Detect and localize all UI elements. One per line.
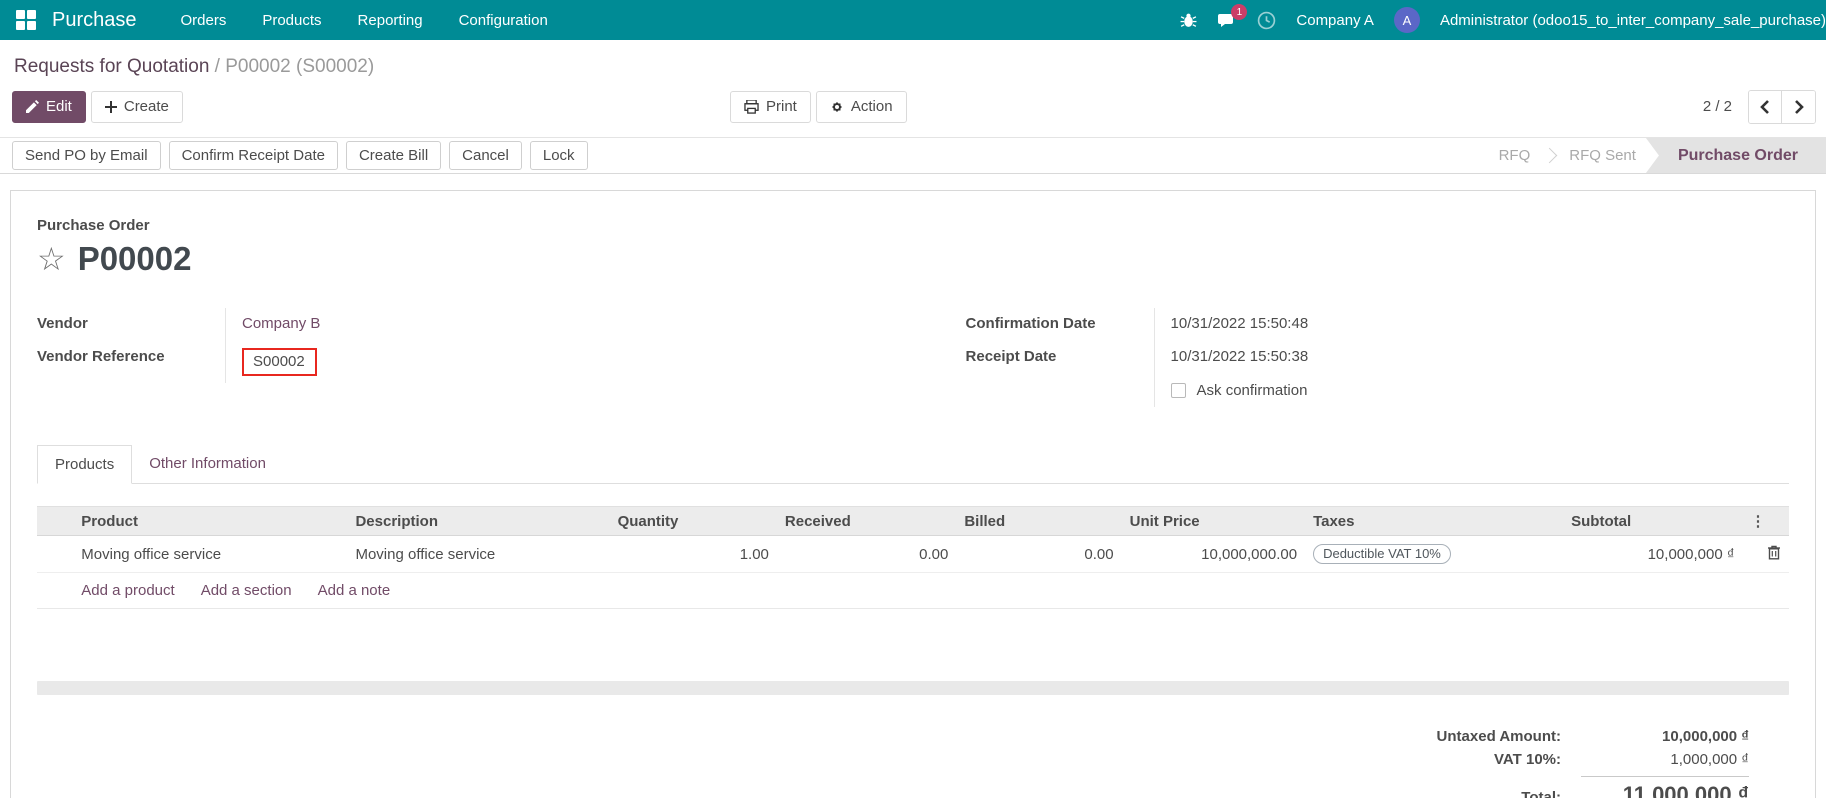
debug-bug-icon[interactable] [1180,12,1197,29]
apps-grid-icon[interactable] [16,10,36,30]
breadcrumb-separator: / [214,56,220,77]
vendor-reference-value-highlighted: S00002 [242,348,317,376]
stage-purchase-order[interactable]: Purchase Order [1645,138,1826,173]
table-footer-row: Add a product Add a section Add a note [37,572,1789,609]
total-label: Total: [1521,789,1561,798]
breadcrumb: Requests for Quotation / P00002 (S00002) [14,56,1826,78]
order-lines-table: Product Description Quantity Received Bi… [37,506,1789,609]
stage-rfq-sent[interactable]: RFQ Sent [1559,147,1646,164]
messages-icon[interactable]: 1 [1217,4,1248,29]
ask-confirmation-label: Ask confirmation [1196,382,1308,399]
cell-quantity: 1.00 [609,535,777,573]
delete-row-trash-icon[interactable] [1767,545,1781,560]
vat-value: 1,000,000 ₫ [1670,751,1749,768]
vendor-label: Vendor [37,315,88,332]
untaxed-amount-label: Untaxed Amount: [1436,728,1561,745]
cell-unit-price: 10,000,000.00 [1121,535,1306,573]
totals-block: Untaxed Amount: 10,000,000 ₫ VAT 10%: 1,… [1389,725,1749,798]
cell-billed: 0.00 [956,535,1122,573]
pager-previous-icon[interactable] [1749,90,1782,123]
cell-description: Moving office service [347,535,610,573]
vat-label: VAT 10%: [1494,751,1561,768]
print-button[interactable]: Print [730,90,811,123]
main-menu: Orders Products Reporting Configuration [181,12,548,29]
total-value: 11,000,000 ₫ [1581,776,1749,798]
confirm-receipt-date-button[interactable]: Confirm Receipt Date [168,141,338,170]
ask-confirmation-checkbox[interactable] [1170,383,1186,398]
cancel-button[interactable]: Cancel [449,141,522,170]
page-title: P00002 [77,240,192,277]
tab-products[interactable]: Products [37,445,133,484]
top-navbar: Purchase Orders Products Reporting Confi… [0,0,1826,40]
message-count-badge: 1 [1231,4,1248,20]
app-name[interactable]: Purchase [52,9,137,32]
stage-rfq[interactable]: RFQ [1489,147,1541,164]
menu-orders[interactable]: Orders [181,12,227,29]
pager [1748,89,1816,124]
vendor-value-link[interactable]: Company B [242,315,320,332]
menu-reporting[interactable]: Reporting [358,12,423,29]
left-field-group: Vendor Company B Vendor Reference S00002 [37,308,843,407]
header-taxes[interactable]: Taxes [1305,506,1564,536]
stage-chevron-icon [1541,147,1558,164]
confirmation-date-label: Confirmation Date [965,315,1096,332]
header-billed[interactable]: Billed [956,506,1122,536]
table-row[interactable]: Moving office service Moving office serv… [37,535,1789,573]
menu-configuration[interactable]: Configuration [459,12,548,29]
statusbar: Send PO by Email Confirm Receipt Date Cr… [0,137,1826,174]
create-bill-button[interactable]: Create Bill [345,141,442,170]
right-field-group: Confirmation Date 10/31/2022 15:50:48 Re… [966,308,1667,407]
favorite-star-icon[interactable]: ☆ [37,243,66,275]
row-handle [37,535,74,573]
control-panel: Edit Create Print Action 2 / 2 [12,89,1826,124]
plus-icon [104,100,117,113]
table-header-row: Product Description Quantity Received Bi… [37,506,1789,536]
company-switcher[interactable]: Company A [1296,12,1374,29]
breadcrumb-current: P00002 (S00002) [225,56,375,77]
toggle-columns-icon[interactable]: ⋮ [1751,513,1766,530]
tab-other-information[interactable]: Other Information [132,445,283,483]
user-menu[interactable]: Administrator (odoo15_to_inter_company_s… [1440,12,1826,29]
printer-icon [744,99,759,114]
untaxed-amount-value: 10,000,000 ₫ [1662,728,1749,745]
vendor-reference-label: Vendor Reference [37,348,165,365]
user-avatar[interactable]: A [1393,7,1420,33]
lock-button[interactable]: Lock [529,141,588,170]
action-button[interactable]: Action [815,90,907,123]
add-a-product-link[interactable]: Add a product [81,582,174,599]
header-quantity[interactable]: Quantity [609,506,777,536]
handle-column [37,506,74,536]
gear-icon [831,101,842,112]
activities-clock-icon[interactable] [1257,11,1276,30]
add-a-note-link[interactable]: Add a note [318,582,391,599]
add-a-section-link[interactable]: Add a section [201,582,292,599]
tax-tag: Deductible VAT 10% [1313,544,1451,564]
breadcrumb-parent[interactable]: Requests for Quotation [14,56,209,77]
form-sheet: Purchase Order ☆ P00002 Vendor Company B… [10,190,1816,798]
send-po-by-email-button[interactable]: Send PO by Email [12,141,161,170]
edit-button[interactable]: Edit [12,90,86,123]
doc-type-label: Purchase Order [37,217,150,234]
pager-counter: 2 / 2 [1702,98,1732,115]
cell-subtotal: 10,000,000 ₫ [1563,535,1743,573]
header-description[interactable]: Description [347,506,610,536]
menu-products[interactable]: Products [262,12,321,29]
pencil-icon [26,100,39,113]
confirmation-date-value: 10/31/2022 15:50:48 [1153,308,1667,341]
header-received[interactable]: Received [776,506,957,536]
cell-received: 0.00 [776,535,957,573]
create-button[interactable]: Create [90,90,183,123]
cell-product: Moving office service [73,535,348,573]
notebook-tabs: Products Other Information [37,445,1789,484]
receipt-date-value: 10/31/2022 15:50:38 [1153,341,1667,374]
header-subtotal[interactable]: Subtotal [1563,506,1743,536]
pager-next-icon[interactable] [1782,90,1815,123]
receipt-date-label: Receipt Date [965,348,1057,365]
header-product[interactable]: Product [73,506,348,536]
header-unit-price[interactable]: Unit Price [1121,506,1306,536]
horizontal-scrollbar[interactable] [37,681,1789,695]
